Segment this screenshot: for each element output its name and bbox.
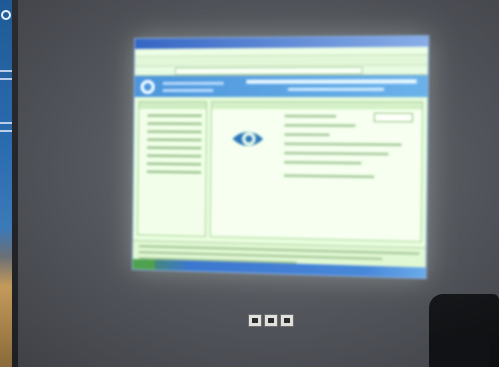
start-button	[133, 259, 155, 270]
wall-edge	[12, 0, 18, 367]
main-panel-header	[212, 102, 422, 110]
header-text-line	[163, 89, 214, 92]
socket-outlet	[280, 314, 294, 327]
projected-address-field	[175, 67, 363, 75]
photo-scene	[0, 0, 499, 367]
banner-text-line	[0, 122, 12, 124]
site-logo-icon	[141, 80, 155, 94]
sidebar-item	[147, 138, 202, 141]
sidebar-item	[147, 114, 202, 117]
projected-sidebar	[137, 101, 207, 237]
header-title-line	[288, 88, 384, 91]
projected-content	[133, 97, 427, 249]
header-text-line	[163, 82, 224, 85]
sidebar-header	[139, 102, 206, 109]
banner-text-line	[0, 70, 12, 72]
sidebar-item	[147, 170, 202, 174]
banner-logo-icon	[1, 10, 11, 20]
wall-socket	[248, 314, 296, 328]
sidebar-item	[147, 130, 202, 133]
projected-screen	[132, 35, 429, 279]
socket-outlet	[264, 314, 278, 327]
sidebar-item	[147, 162, 202, 166]
banner-text-line	[0, 130, 12, 132]
projected-main-panel	[210, 101, 423, 242]
left-banner	[0, 0, 12, 367]
projected-window	[132, 35, 429, 279]
main-text-block	[284, 115, 415, 186]
sidebar-item	[147, 154, 202, 158]
banner-text-line	[0, 78, 12, 80]
header-title-line	[246, 79, 416, 83]
office-chair-seat	[429, 338, 489, 367]
sidebar-item	[147, 146, 202, 150]
eye-logo-icon	[230, 127, 265, 152]
socket-outlet	[248, 314, 262, 327]
sidebar-item	[147, 122, 202, 125]
